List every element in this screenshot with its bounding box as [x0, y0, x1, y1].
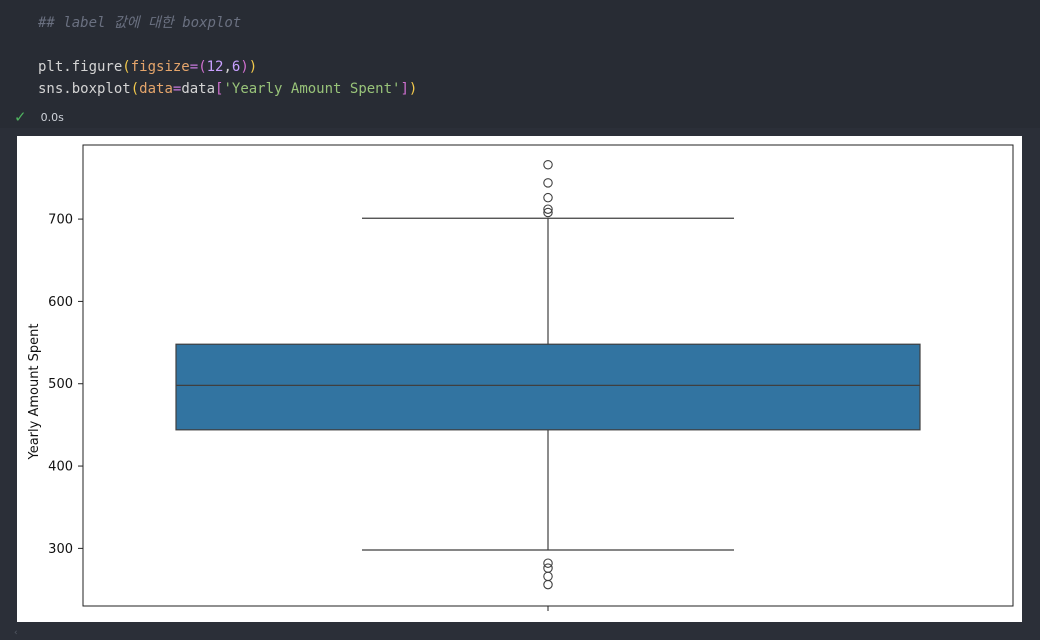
code-token: ) [240, 59, 249, 75]
outlier-point [543, 563, 553, 573]
code-token: plt.figure [38, 59, 123, 75]
code-token: 'Yearly Amount Spent' [223, 81, 401, 97]
code-cell[interactable]: ## label 값에 대한 boxplot plt.figure(figsiz… [0, 0, 1040, 128]
cell-output: 300 400 500 600 700 Yearly Amount Spent [17, 136, 1022, 622]
code-token: data [139, 81, 173, 97]
execution-time: 0.0s [40, 110, 64, 124]
y-tick-label: 300 [48, 542, 73, 557]
y-tick-label: 400 [48, 460, 73, 475]
outlier-point [543, 571, 553, 582]
code-token: figsize [130, 59, 190, 75]
scroll-left-icon[interactable]: ‹ [14, 628, 18, 638]
outlier-point [543, 579, 553, 590]
y-tick-label: 700 [48, 213, 73, 228]
code-token: = [189, 59, 199, 75]
code-token: ( [130, 81, 140, 97]
iqr-box [175, 343, 921, 431]
cell-status: ✓ 0.0s [14, 108, 64, 126]
y-tick-label: 500 [48, 377, 73, 392]
code-token: sns.boxplot [38, 81, 131, 97]
boxplot-chart: 300 400 500 600 700 Yearly Amount Spent [27, 144, 1014, 611]
y-axis-label: Yearly Amount Spent [27, 323, 42, 460]
code-token: ( [198, 59, 207, 75]
code-line-figure: plt.figure(figsize=(12,6)) [38, 58, 257, 76]
code-comment: ## label 값에 대한 boxplot [38, 15, 242, 31]
code-token: ] [400, 81, 409, 97]
code-token: ) [248, 59, 258, 75]
code-line-boxplot: sns.boxplot(data=data['Yearly Amount Spe… [38, 80, 417, 98]
y-tick-label: 600 [48, 295, 73, 310]
outlier-point [543, 192, 553, 203]
outlier-point [543, 178, 553, 188]
code-token: ) [408, 81, 418, 97]
code-token: data [181, 81, 216, 97]
outlier-point [543, 160, 553, 170]
code-token: 12 [206, 59, 224, 75]
outlier-point [543, 558, 553, 568]
code-token: ( [122, 59, 131, 75]
code-token: , [223, 59, 232, 75]
check-icon: ✓ [14, 108, 27, 126]
